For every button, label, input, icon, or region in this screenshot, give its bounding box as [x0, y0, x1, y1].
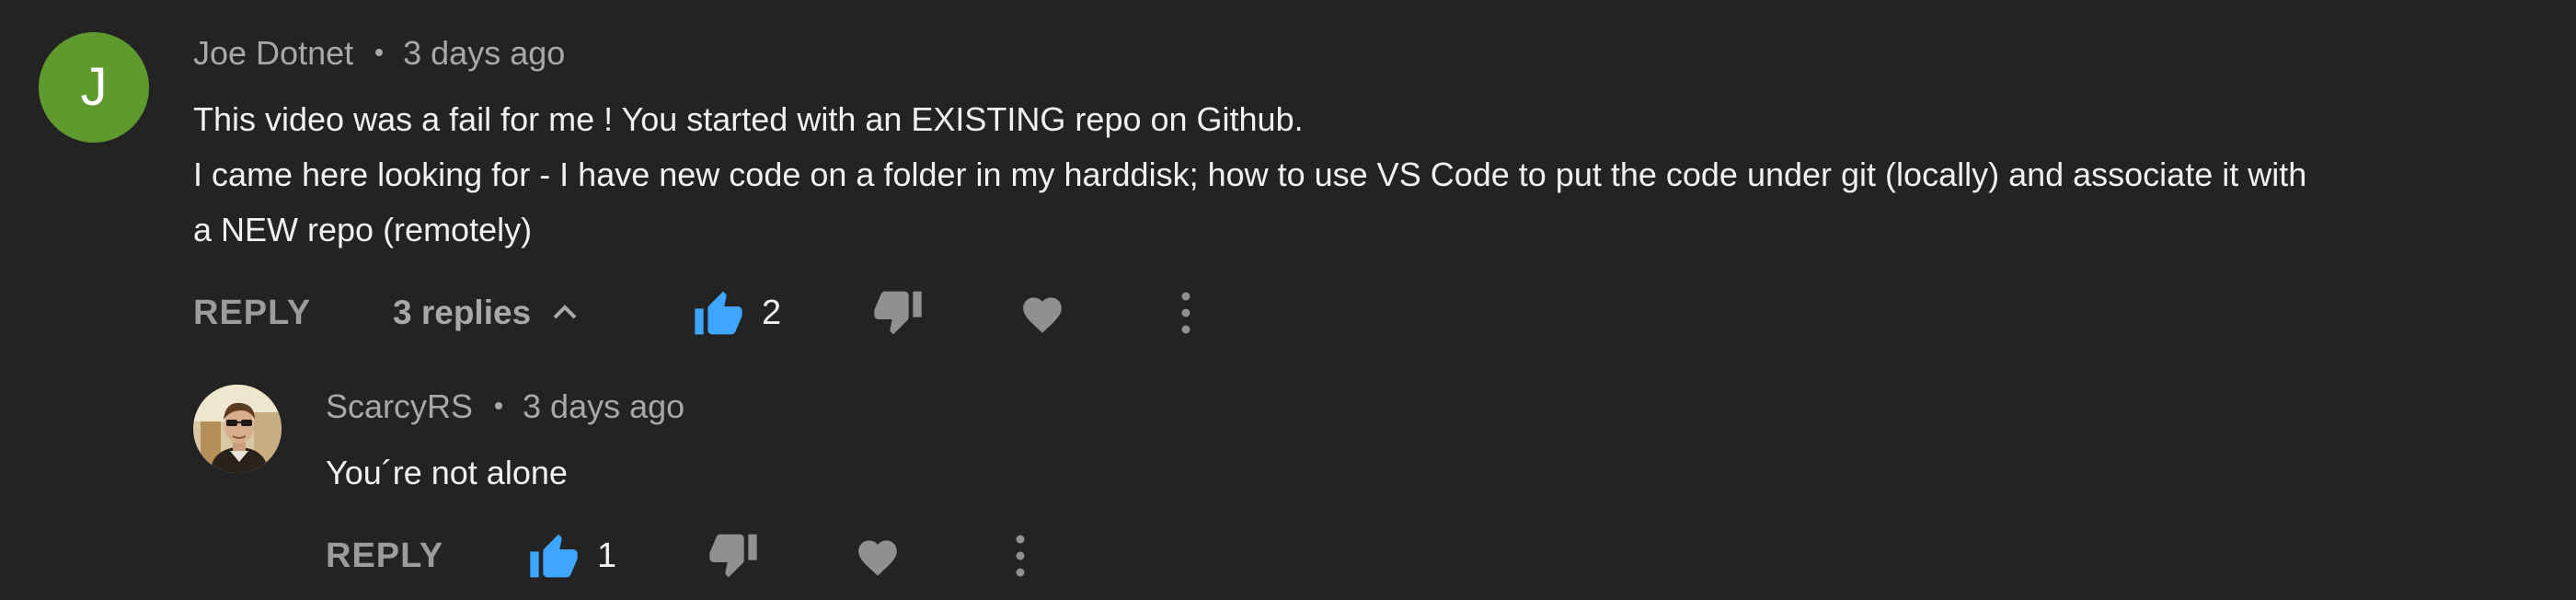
thumbs-up-icon: [695, 291, 742, 335]
more-options-button[interactable]: [1154, 276, 1218, 350]
comment-text: This video was a fail for me ! You start…: [193, 92, 2493, 258]
comment-timestamp[interactable]: 3 days ago: [403, 34, 565, 72]
reply-reply-button[interactable]: REPLY: [326, 519, 443, 593]
reply-button[interactable]: REPLY: [193, 276, 311, 350]
thumbs-down-icon: [874, 291, 922, 335]
replies-count-label: 3 replies: [393, 294, 532, 331]
more-vertical-icon: [1181, 292, 1190, 334]
heart-icon: [858, 540, 897, 576]
comment-text-line: This video was a fail for me ! You start…: [193, 100, 1304, 138]
reply-like-count: 1: [597, 537, 617, 575]
reply-more-options-button[interactable]: [988, 519, 1052, 593]
replies-toggle-button[interactable]: 3 replies: [393, 276, 579, 350]
reply-actions: REPLY 1: [0, 519, 2576, 593]
comment-actions: REPLY 3 replies 2: [0, 276, 2576, 350]
author-name[interactable]: Joe Dotnet: [193, 34, 353, 72]
heart-button[interactable]: [1010, 276, 1075, 350]
separator-dot: [375, 49, 384, 57]
like-count: 2: [762, 294, 782, 332]
reply-header: ScarcyRS 3 days ago: [326, 385, 684, 429]
reply-dislike-button[interactable]: [701, 519, 765, 593]
user-photo-icon: [193, 385, 282, 473]
comments-section: J Joe Dotnet 3 days ago This video was a …: [0, 0, 2576, 600]
dislike-button[interactable]: [866, 276, 930, 350]
thumbs-up-icon: [530, 534, 578, 578]
author-avatar[interactable]: J: [39, 32, 149, 143]
comment-text-line: a NEW repo (remotely): [193, 211, 533, 248]
thumbs-down-icon: [709, 534, 757, 578]
reply-heart-button[interactable]: [845, 519, 910, 593]
comment-header: Joe Dotnet 3 days ago: [193, 31, 565, 75]
reply-timestamp[interactable]: 3 days ago: [523, 387, 684, 425]
reply-author-avatar[interactable]: [193, 385, 282, 473]
reply-author-name[interactable]: ScarcyRS: [326, 387, 473, 425]
reply-text: You´re not alone: [326, 454, 568, 491]
reply-like-button[interactable]: [522, 519, 586, 593]
more-vertical-icon: [1016, 535, 1025, 577]
chevron-up-icon: [553, 305, 577, 319]
heart-icon: [1023, 297, 1062, 333]
separator-dot: [495, 402, 503, 410]
comment-text-line: I came here looking for - I have new cod…: [193, 156, 2307, 193]
like-button[interactable]: [686, 276, 751, 350]
